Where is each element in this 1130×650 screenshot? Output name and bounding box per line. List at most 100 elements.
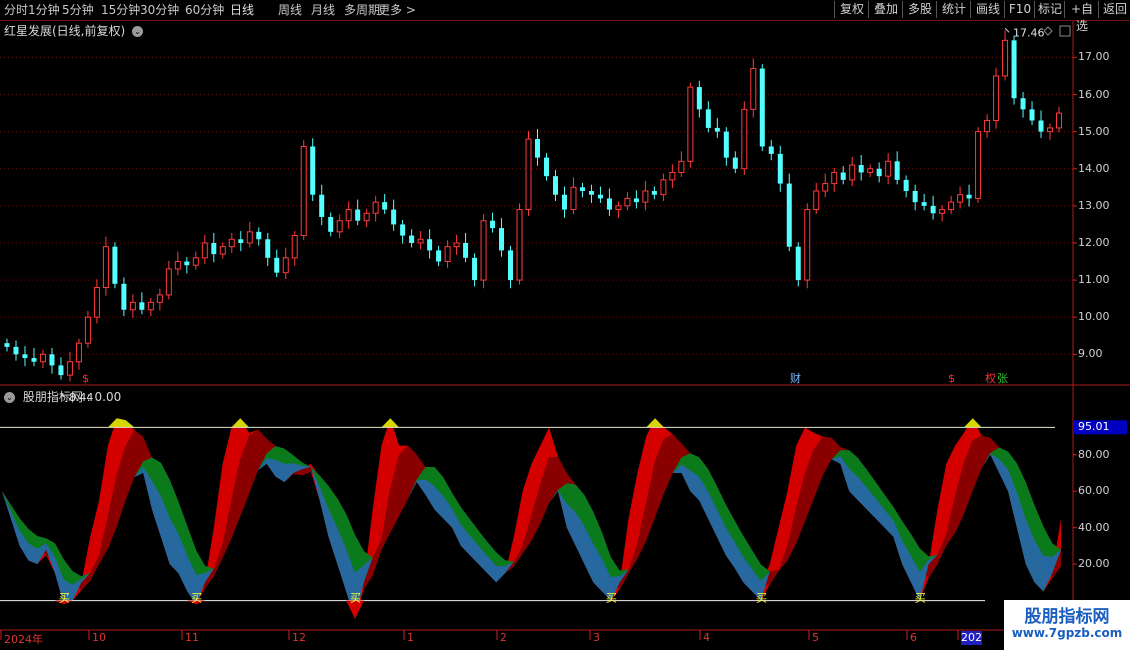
event-marker: 张 bbox=[997, 372, 1008, 385]
buy-signal-label: 买 bbox=[191, 592, 202, 605]
candle-body bbox=[328, 216, 334, 232]
window-icon bbox=[1059, 25, 1071, 37]
candle-body bbox=[570, 186, 577, 211]
candle-body bbox=[427, 239, 433, 251]
candle-body bbox=[543, 157, 549, 177]
candle-body bbox=[391, 209, 397, 225]
candle-body bbox=[777, 153, 783, 184]
candle-body bbox=[642, 190, 649, 203]
candle-body bbox=[49, 354, 55, 366]
yellow-peak-area bbox=[2, 418, 1061, 428]
candle-body bbox=[903, 179, 909, 192]
indicator-tick-label: 60.00 bbox=[1078, 484, 1110, 498]
candlestick-series bbox=[4, 30, 1063, 382]
candle-body bbox=[795, 246, 801, 281]
candle-body bbox=[211, 242, 217, 255]
candle-body bbox=[597, 194, 603, 199]
date-label: 10 bbox=[92, 631, 106, 644]
price-tick-label: 16.00 bbox=[1078, 87, 1110, 101]
date-label: 202 bbox=[961, 631, 982, 645]
candle-body bbox=[624, 197, 631, 207]
candle-body bbox=[282, 257, 289, 274]
event-marker: $ bbox=[82, 372, 89, 385]
candle-body bbox=[651, 191, 657, 195]
candle-body bbox=[265, 239, 271, 258]
candle-body bbox=[633, 198, 639, 203]
candle-body bbox=[336, 220, 343, 233]
candle-body bbox=[219, 246, 226, 255]
date-label: 12 bbox=[292, 631, 306, 644]
date-label: 11 bbox=[185, 631, 199, 644]
diamond-icon bbox=[1043, 26, 1053, 36]
buy-signal-label: 买 bbox=[606, 592, 617, 605]
candle-body bbox=[499, 228, 505, 251]
candle-body bbox=[345, 209, 352, 222]
candle-body bbox=[984, 119, 991, 133]
candle-body bbox=[192, 257, 199, 266]
candle-body bbox=[930, 205, 936, 214]
candle-body bbox=[948, 201, 955, 211]
candle-body bbox=[687, 86, 694, 162]
candle-body bbox=[274, 257, 280, 273]
watermark-title: 股朋指标网 bbox=[1024, 607, 1110, 627]
date-label: 3 bbox=[593, 631, 600, 644]
price-tick-label: 14.00 bbox=[1078, 161, 1110, 175]
candle-body bbox=[436, 250, 442, 262]
candle-body bbox=[858, 165, 864, 173]
candle-body bbox=[957, 194, 964, 203]
candle-body bbox=[310, 146, 316, 195]
high-price-label: 17.46 bbox=[1013, 26, 1045, 39]
candle-body bbox=[444, 246, 451, 263]
chart-canvas[interactable]: 买 买 买 买 买 买 17.46 8.44 $ 财 $ 权张 bbox=[0, 0, 1130, 650]
candle-body bbox=[58, 365, 64, 376]
date-label: 4 bbox=[703, 631, 710, 644]
date-label: 2 bbox=[500, 631, 507, 644]
candle-body bbox=[121, 283, 127, 310]
candle-body bbox=[355, 209, 361, 221]
candle-body bbox=[508, 250, 514, 281]
buy-signal-label: 买 bbox=[756, 592, 767, 605]
candle-body bbox=[400, 224, 406, 236]
candle-body bbox=[238, 239, 244, 243]
price-tick-label: 12.00 bbox=[1078, 235, 1110, 249]
candle-body bbox=[912, 191, 918, 203]
candle-body bbox=[1038, 120, 1044, 132]
date-label: 1 bbox=[407, 631, 414, 644]
candle-body bbox=[678, 160, 685, 173]
candle-body bbox=[822, 183, 829, 192]
candle-body bbox=[1002, 39, 1009, 77]
candle-body bbox=[669, 171, 676, 181]
indicator-areas: 买买买买买买 bbox=[0, 418, 1061, 619]
buy-signal-label: 买 bbox=[350, 592, 361, 605]
candle-body bbox=[939, 209, 946, 214]
indicator-tick-label: 80.00 bbox=[1078, 447, 1110, 461]
candle-body bbox=[291, 235, 298, 259]
candle-body bbox=[552, 176, 558, 195]
candle-body bbox=[112, 246, 118, 284]
candle-body bbox=[705, 109, 711, 128]
candle-body bbox=[13, 346, 19, 355]
watermark: 股朋指标网 www.7gpzb.com bbox=[1004, 600, 1130, 650]
candle-body bbox=[768, 146, 774, 154]
candle-body bbox=[535, 139, 540, 158]
candle-body bbox=[156, 294, 163, 303]
candle-body bbox=[319, 194, 325, 217]
event-marker: $ bbox=[948, 372, 955, 385]
candle-body bbox=[921, 202, 927, 206]
candle-body bbox=[1056, 112, 1063, 129]
candle-body bbox=[129, 301, 136, 311]
candle-body bbox=[480, 220, 487, 281]
candle-body bbox=[696, 87, 702, 110]
candle-body bbox=[885, 160, 892, 177]
candle-body bbox=[849, 164, 856, 181]
candle-body bbox=[1029, 109, 1035, 121]
candle-body bbox=[453, 242, 460, 248]
candle-body bbox=[409, 235, 415, 243]
date-label: 6 bbox=[910, 631, 917, 644]
buy-signal-label: 买 bbox=[915, 592, 926, 605]
candle-body bbox=[831, 171, 838, 185]
candle-body bbox=[165, 268, 172, 296]
candle-body bbox=[93, 287, 100, 318]
candle-body bbox=[246, 231, 253, 244]
candle-body bbox=[840, 172, 846, 180]
